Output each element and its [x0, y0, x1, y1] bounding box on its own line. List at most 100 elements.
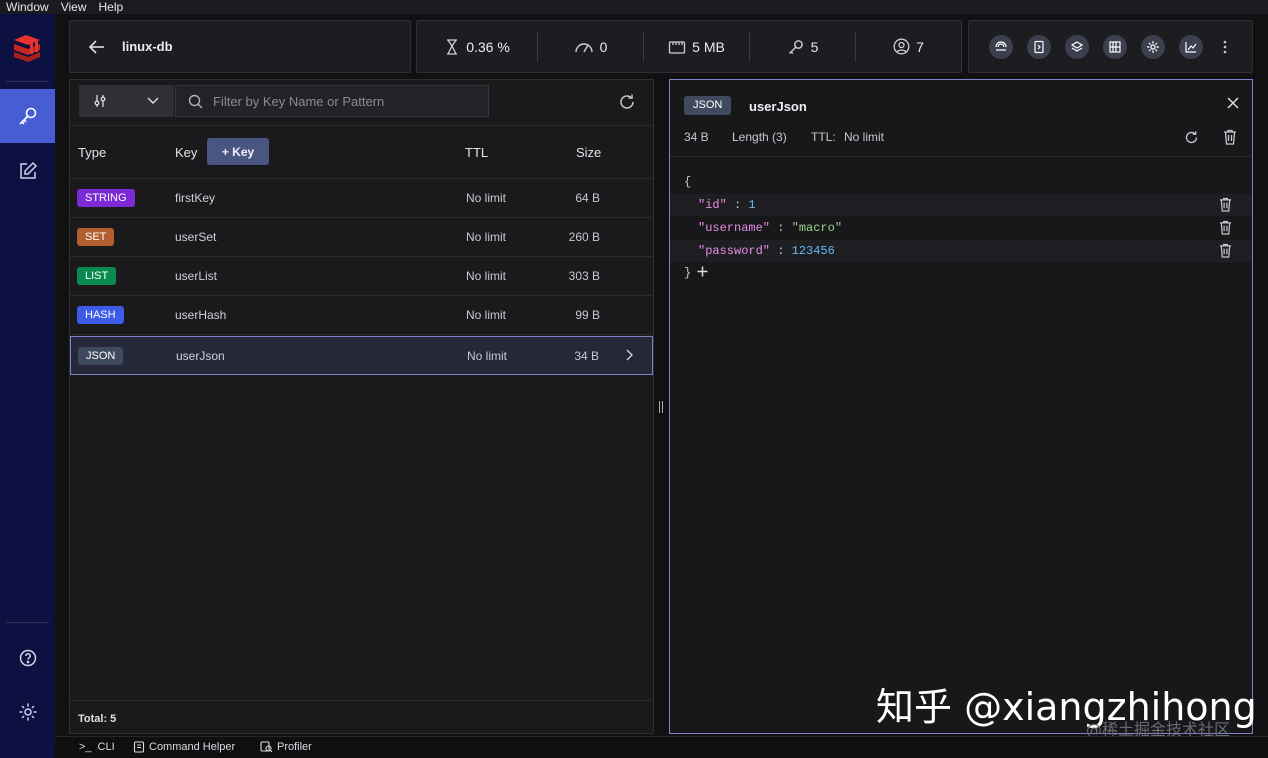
stat-memory: 5 MB: [644, 32, 749, 62]
trash-icon[interactable]: [1219, 243, 1232, 258]
db-header: linux-db: [69, 20, 411, 73]
detail-key-name[interactable]: userJson: [749, 99, 807, 114]
nav-settings[interactable]: [0, 685, 55, 739]
json-close-brace: }: [684, 266, 692, 280]
json-open-brace: {: [684, 175, 692, 189]
key-size: 34 B: [574, 349, 599, 363]
key-name: userSet: [175, 230, 217, 244]
detail-type-badge: JSON: [684, 96, 732, 115]
menu-window[interactable]: Window: [6, 0, 49, 14]
json-field-row[interactable]: "id" : 1: [670, 194, 1252, 216]
type-badge: JSON: [78, 347, 124, 365]
terminal-icon: >_: [79, 741, 92, 753]
key-size: 260 B: [568, 230, 600, 244]
bottom-bar: >_ CLI Command Helper Profiler: [55, 736, 1268, 758]
redisearch-button[interactable]: [1065, 34, 1089, 59]
type-badge: LIST: [77, 267, 117, 285]
pubsub-icon: [995, 40, 1007, 51]
stats-button[interactable]: [1179, 34, 1203, 59]
refresh-icon[interactable]: [618, 93, 636, 111]
type-badge: SET: [77, 228, 115, 246]
command-helper-button[interactable]: Command Helper: [133, 741, 235, 753]
pubsub-button[interactable]: [989, 34, 1013, 59]
add-key-button[interactable]: + Key: [207, 138, 269, 165]
nav-workbench[interactable]: [0, 144, 55, 198]
more-options-icon[interactable]: [1223, 40, 1227, 54]
nav-help[interactable]: [0, 631, 55, 685]
nav-divider-bottom: [6, 622, 49, 623]
json-field-row[interactable]: "username" : "macro": [670, 217, 1252, 239]
key-icon: [788, 39, 803, 54]
stat-ops: 0: [538, 32, 643, 62]
chevron-right-icon: [626, 349, 633, 361]
trash-icon[interactable]: [1219, 220, 1232, 235]
search-icon: [188, 94, 203, 108]
detail-ttl-value[interactable]: No limit: [844, 130, 884, 144]
menu-view[interactable]: View: [61, 0, 87, 14]
refresh-icon[interactable]: [1184, 130, 1199, 145]
key-name: firstKey: [175, 191, 216, 205]
table-row-selected[interactable]: JSON userJson No limit 34 B: [70, 336, 653, 375]
memory-icon: [669, 40, 686, 54]
json-field-row[interactable]: "password" : 123456: [670, 240, 1252, 262]
key-icon: [18, 107, 36, 125]
key-ttl: No limit: [466, 308, 507, 322]
document-icon: [1034, 40, 1044, 53]
trash-icon[interactable]: [1223, 129, 1237, 145]
json-key: "username": [698, 221, 771, 235]
stat-cpu: 0.36 %: [417, 32, 537, 62]
back-arrow-icon[interactable]: [88, 38, 106, 56]
resize-handle-icon[interactable]: [658, 400, 664, 414]
redis-logo-icon[interactable]: [12, 32, 44, 62]
key-ttl: No limit: [466, 191, 507, 205]
table-row[interactable]: STRING firstKey No limit 64 B: [70, 179, 653, 218]
nav-browser[interactable]: [0, 89, 55, 143]
key-detail-panel: JSON userJson 34 B Length (3) TTL: No li…: [669, 79, 1253, 734]
json-value[interactable]: 1: [748, 198, 755, 212]
detail-ttl-label: TTL:: [811, 130, 836, 144]
json-colon: :: [734, 198, 742, 212]
column-type: Type: [78, 145, 107, 160]
profiler-button[interactable]: Profiler: [260, 741, 312, 753]
search-input[interactable]: [213, 93, 473, 109]
column-size: Size: [576, 145, 602, 160]
key-size: 64 B: [575, 191, 600, 205]
filter-sliders-icon: [94, 95, 106, 107]
stat-keys: 5: [750, 32, 855, 62]
table-row[interactable]: SET userSet No limit 260 B: [70, 218, 653, 257]
analysis-button[interactable]: [1103, 34, 1127, 59]
settings-button[interactable]: [1141, 34, 1165, 59]
layers-icon: [1070, 40, 1084, 52]
profiler-icon: [260, 741, 273, 753]
key-ttl: No limit: [466, 269, 507, 283]
table-row[interactable]: HASH userHash No limit 99 B: [70, 296, 653, 335]
key-size: 99 B: [575, 308, 600, 322]
grid-icon: [1109, 40, 1121, 53]
table-row[interactable]: LIST userList No limit 303 B: [70, 257, 653, 296]
cli-button[interactable]: >_ CLI: [79, 741, 115, 753]
filter-bar: [70, 80, 653, 126]
edit-icon: [19, 161, 37, 179]
trash-icon[interactable]: [1219, 197, 1232, 212]
key-type-filter[interactable]: [79, 85, 174, 117]
cpu-icon: [447, 38, 458, 55]
close-icon[interactable]: [1226, 96, 1240, 110]
chevron-down-icon: [147, 97, 159, 104]
json-value[interactable]: 123456: [792, 244, 835, 258]
gear-icon: [1147, 40, 1159, 53]
speedometer-icon: [574, 42, 593, 52]
add-field-icon[interactable]: [697, 266, 708, 277]
triggers-button[interactable]: [1027, 34, 1051, 59]
json-value[interactable]: "macro": [792, 221, 842, 235]
chart-icon: [1185, 41, 1197, 53]
key-name: userHash: [175, 308, 227, 322]
menu-bar: Window View Help: [0, 0, 1268, 14]
key-size: 303 B: [568, 269, 600, 283]
json-colon: :: [777, 221, 785, 235]
menu-help[interactable]: Help: [98, 0, 123, 14]
column-ttl: TTL: [465, 145, 489, 160]
book-icon: [133, 741, 145, 753]
table-header: Type Key + Key TTL Size: [70, 126, 653, 179]
key-list-panel: Type Key + Key TTL Size STRING firstKey …: [69, 79, 654, 734]
column-key: Key: [175, 145, 198, 160]
